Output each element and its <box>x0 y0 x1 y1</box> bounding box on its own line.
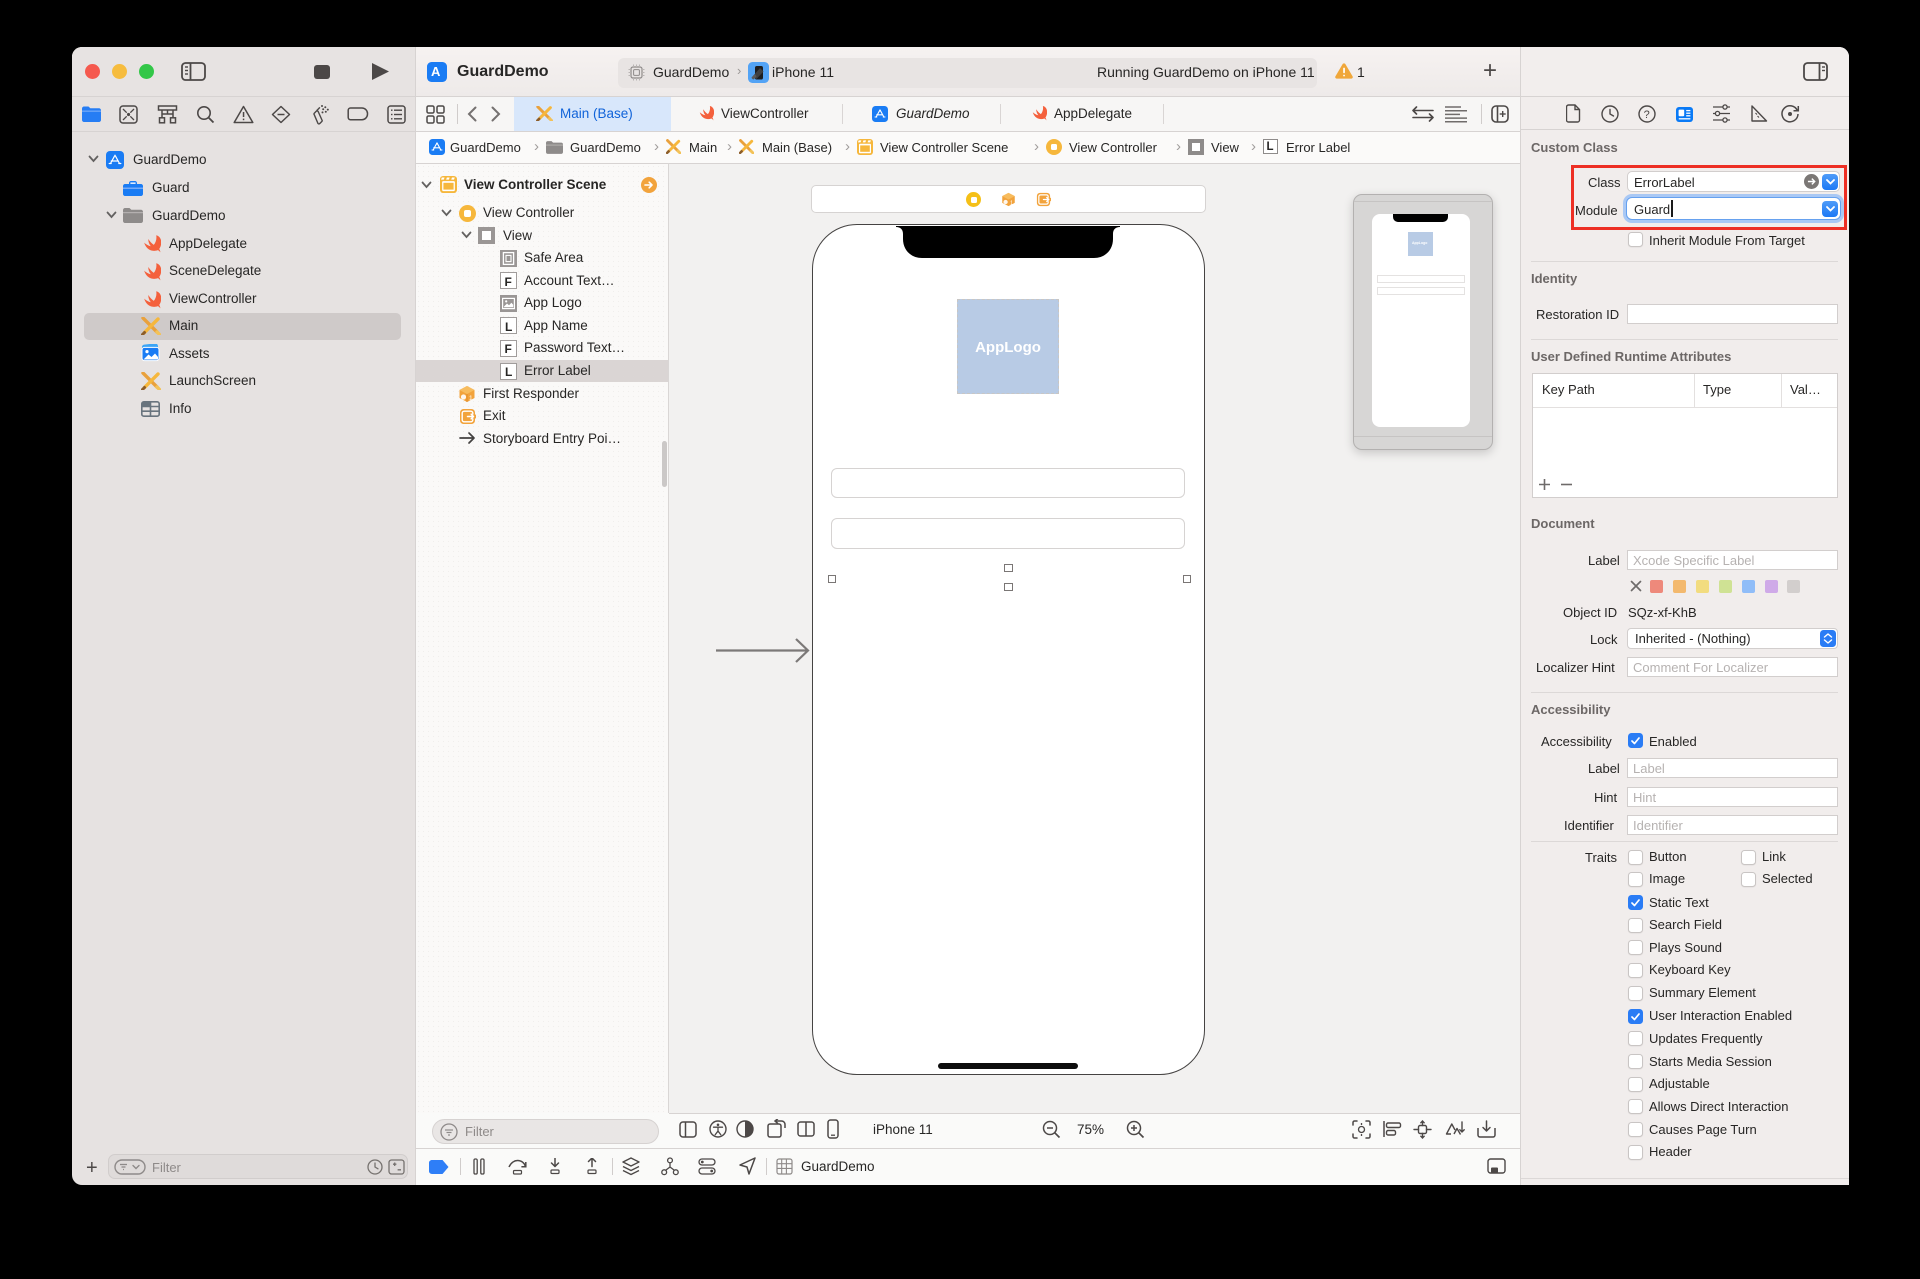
svg-text:1: 1 <box>1010 201 1013 207</box>
svg-text:1: 1 <box>469 395 473 402</box>
svg-text:?: ? <box>1644 109 1650 121</box>
